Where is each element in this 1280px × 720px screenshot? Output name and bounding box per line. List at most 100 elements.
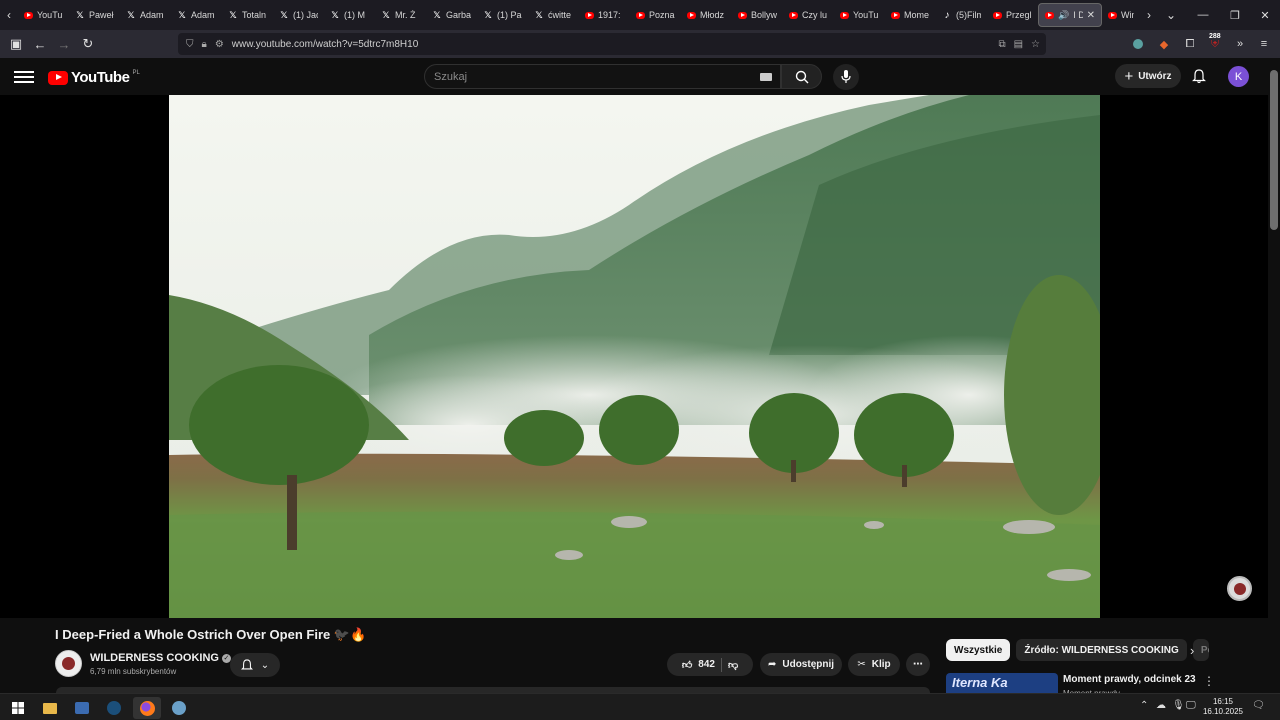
tabs-scroll-right-icon[interactable]: › — [1140, 0, 1158, 30]
account-avatar[interactable]: K — [1228, 66, 1249, 87]
channel-watermark-icon[interactable] — [1227, 576, 1252, 601]
more-actions-icon[interactable]: ⋯ — [906, 653, 930, 676]
clip-button[interactable]: ✂ Klip — [848, 653, 900, 676]
reader-view-icon[interactable]: ▤ — [1014, 39, 1023, 50]
tab-item[interactable]: Win — [1102, 0, 1140, 30]
recommendation-thumbnail[interactable]: Iterna Ka — [946, 673, 1058, 693]
tab-item[interactable]: 𝕏 (1) Jac — [273, 0, 324, 30]
tab-item[interactable]: Mome — [885, 0, 936, 30]
firefox-icon[interactable] — [133, 697, 161, 719]
reload-icon[interactable]: ↻ — [76, 32, 100, 56]
desktop-app-icon[interactable] — [68, 697, 96, 719]
speaker-icon[interactable]: 🔊 — [1058, 10, 1069, 21]
tray-overflow-icon[interactable]: ⌃ — [1140, 700, 1148, 711]
app-menu-icon[interactable]: ≡ — [1253, 33, 1275, 55]
lock-icon[interactable]: 🔒︎ — [202, 39, 207, 50]
vpn-extension-icon[interactable] — [1127, 33, 1149, 55]
video-frame[interactable] — [169, 95, 1100, 618]
system-clock[interactable]: 16:15 16.10.2025 — [1200, 697, 1246, 717]
youtube-logo[interactable]: YouTube PL — [48, 69, 140, 86]
steam-icon[interactable] — [100, 697, 128, 719]
video-player[interactable] — [0, 95, 1268, 618]
tab-item[interactable]: Bollyw — [732, 0, 783, 30]
chip-all[interactable]: Wszystkie — [946, 639, 1011, 661]
back-icon[interactable]: ← — [28, 32, 52, 56]
network-icon[interactable]: 🖵 — [1186, 700, 1196, 711]
fox-extension-icon[interactable]: ◆ — [1153, 33, 1175, 55]
tab-item[interactable]: 𝕏 Paweł — [69, 0, 120, 30]
tab-label: Pozna — [649, 10, 675, 20]
microphone-icon — [841, 70, 851, 83]
notification-center-icon[interactable]: 🗨︎ — [1252, 700, 1265, 711]
hamburger-menu-icon[interactable] — [14, 68, 34, 84]
app-icon[interactable] — [165, 697, 193, 719]
chip-source-channel[interactable]: Źródło: WILDERNESS COOKING — [1016, 639, 1187, 661]
region-code: PL — [132, 69, 140, 76]
url-text[interactable]: www.youtube.com/watch?v=5dtrc7m8H10 — [232, 39, 418, 50]
tab-item[interactable]: 𝕏 (1) Pa — [477, 0, 528, 30]
windows-start-icon[interactable] — [4, 697, 32, 719]
youtube-icon — [636, 11, 645, 19]
thumbs-down-icon[interactable]: 👎︎ — [728, 659, 738, 671]
tab-label: (1) M — [344, 10, 365, 20]
tab-item[interactable]: YouTu — [834, 0, 885, 30]
tab-item[interactable]: ♪ (5)Film — [936, 0, 987, 30]
create-button[interactable]: + Utwórz — [1115, 64, 1181, 88]
subscription-notifications-button[interactable]: ⌄ — [230, 653, 280, 677]
channel-name-link[interactable]: WILDERNESS COOKING ✓ — [90, 652, 231, 664]
extensions-icon[interactable]: ⧠ — [1179, 33, 1201, 55]
keyboard-icon[interactable] — [760, 73, 772, 81]
tab-item[interactable]: 𝕏ćwitte — [528, 0, 579, 30]
url-bar[interactable]: ⛉ 🔒︎ ⚙︎ www.youtube.com/watch?v=5dtrc7m8… — [178, 33, 1046, 55]
recommendation-menu-icon[interactable]: ⋮ — [1203, 674, 1215, 688]
tab-item[interactable]: 𝕏 Adam — [171, 0, 222, 30]
sidebar-toggle-icon[interactable]: ▣ — [4, 32, 28, 56]
x-icon: 𝕏 — [229, 9, 237, 20]
like-button[interactable]: 👍︎ 842 — [682, 659, 715, 671]
close-tab-icon[interactable]: ✕ — [1087, 10, 1095, 21]
tab-item[interactable]: YouTu — [18, 0, 69, 30]
tab-item[interactable]: 𝕏 Adam — [120, 0, 171, 30]
search-button[interactable] — [781, 64, 822, 89]
tab-item[interactable]: 𝕏 Mr. Ż — [375, 0, 426, 30]
onedrive-icon[interactable]: ☁ — [1156, 700, 1166, 711]
tabs-scroll-left-icon[interactable]: ‹ — [0, 0, 18, 30]
channel-name: WILDERNESS COOKING — [90, 652, 219, 664]
tab-item[interactable]: Pozna — [630, 0, 681, 30]
tab-item[interactable]: 1917: — [579, 0, 630, 30]
forward-icon[interactable]: → — [52, 32, 76, 56]
shield-icon[interactable]: ⛉ — [186, 39, 194, 50]
tab-active[interactable]: 🔊 I De ✕ — [1038, 3, 1102, 27]
minimize-icon[interactable]: — — [1186, 0, 1220, 30]
tab-label: Mr. Ż — [395, 10, 416, 20]
chips-next-icon[interactable]: › — [1190, 643, 1194, 658]
search-input[interactable]: Szukaj — [424, 64, 781, 89]
picture-in-picture-icon[interactable]: ⧉ — [998, 39, 1005, 50]
tab-item[interactable]: Młodz — [681, 0, 732, 30]
bookmark-star-icon[interactable]: ☆ — [1031, 39, 1040, 50]
restore-icon[interactable]: ❐ — [1218, 0, 1252, 30]
notifications-button[interactable] — [1190, 67, 1208, 85]
x-icon: 𝕏 — [484, 9, 492, 20]
close-window-icon[interactable]: ✕ — [1248, 0, 1280, 30]
recommendation-title[interactable]: Moment prawdy, odcinek 23 — [1063, 674, 1196, 685]
share-button[interactable]: ➦ Udostępnij — [760, 653, 842, 676]
tab-label: Młodz — [700, 10, 725, 20]
page-scrollbar[interactable] — [1268, 58, 1280, 690]
tab-item[interactable]: 𝕏 Garba — [426, 0, 477, 30]
logo-text: YouTube — [71, 69, 130, 86]
channel-avatar[interactable] — [55, 650, 82, 677]
microphone-tray-icon[interactable]: 🎙︎ — [1172, 700, 1185, 711]
tab-item[interactable]: 𝕏 Totaln — [222, 0, 273, 30]
youtube-icon — [585, 11, 594, 19]
list-all-tabs-icon[interactable]: ⌄ — [1162, 0, 1180, 30]
chip-partial[interactable]: Po — [1192, 639, 1209, 661]
voice-search-button[interactable] — [833, 64, 859, 90]
tab-item[interactable]: Czy lu — [783, 0, 834, 30]
tab-item[interactable]: Przegl — [987, 0, 1038, 30]
permissions-icon[interactable]: ⚙︎ — [215, 39, 224, 50]
file-explorer-icon[interactable] — [36, 697, 64, 719]
scrollbar-thumb[interactable] — [1270, 70, 1278, 230]
tab-item[interactable]: 𝕏 (1) M — [324, 0, 375, 30]
overflow-menu-icon[interactable]: » — [1229, 33, 1251, 55]
